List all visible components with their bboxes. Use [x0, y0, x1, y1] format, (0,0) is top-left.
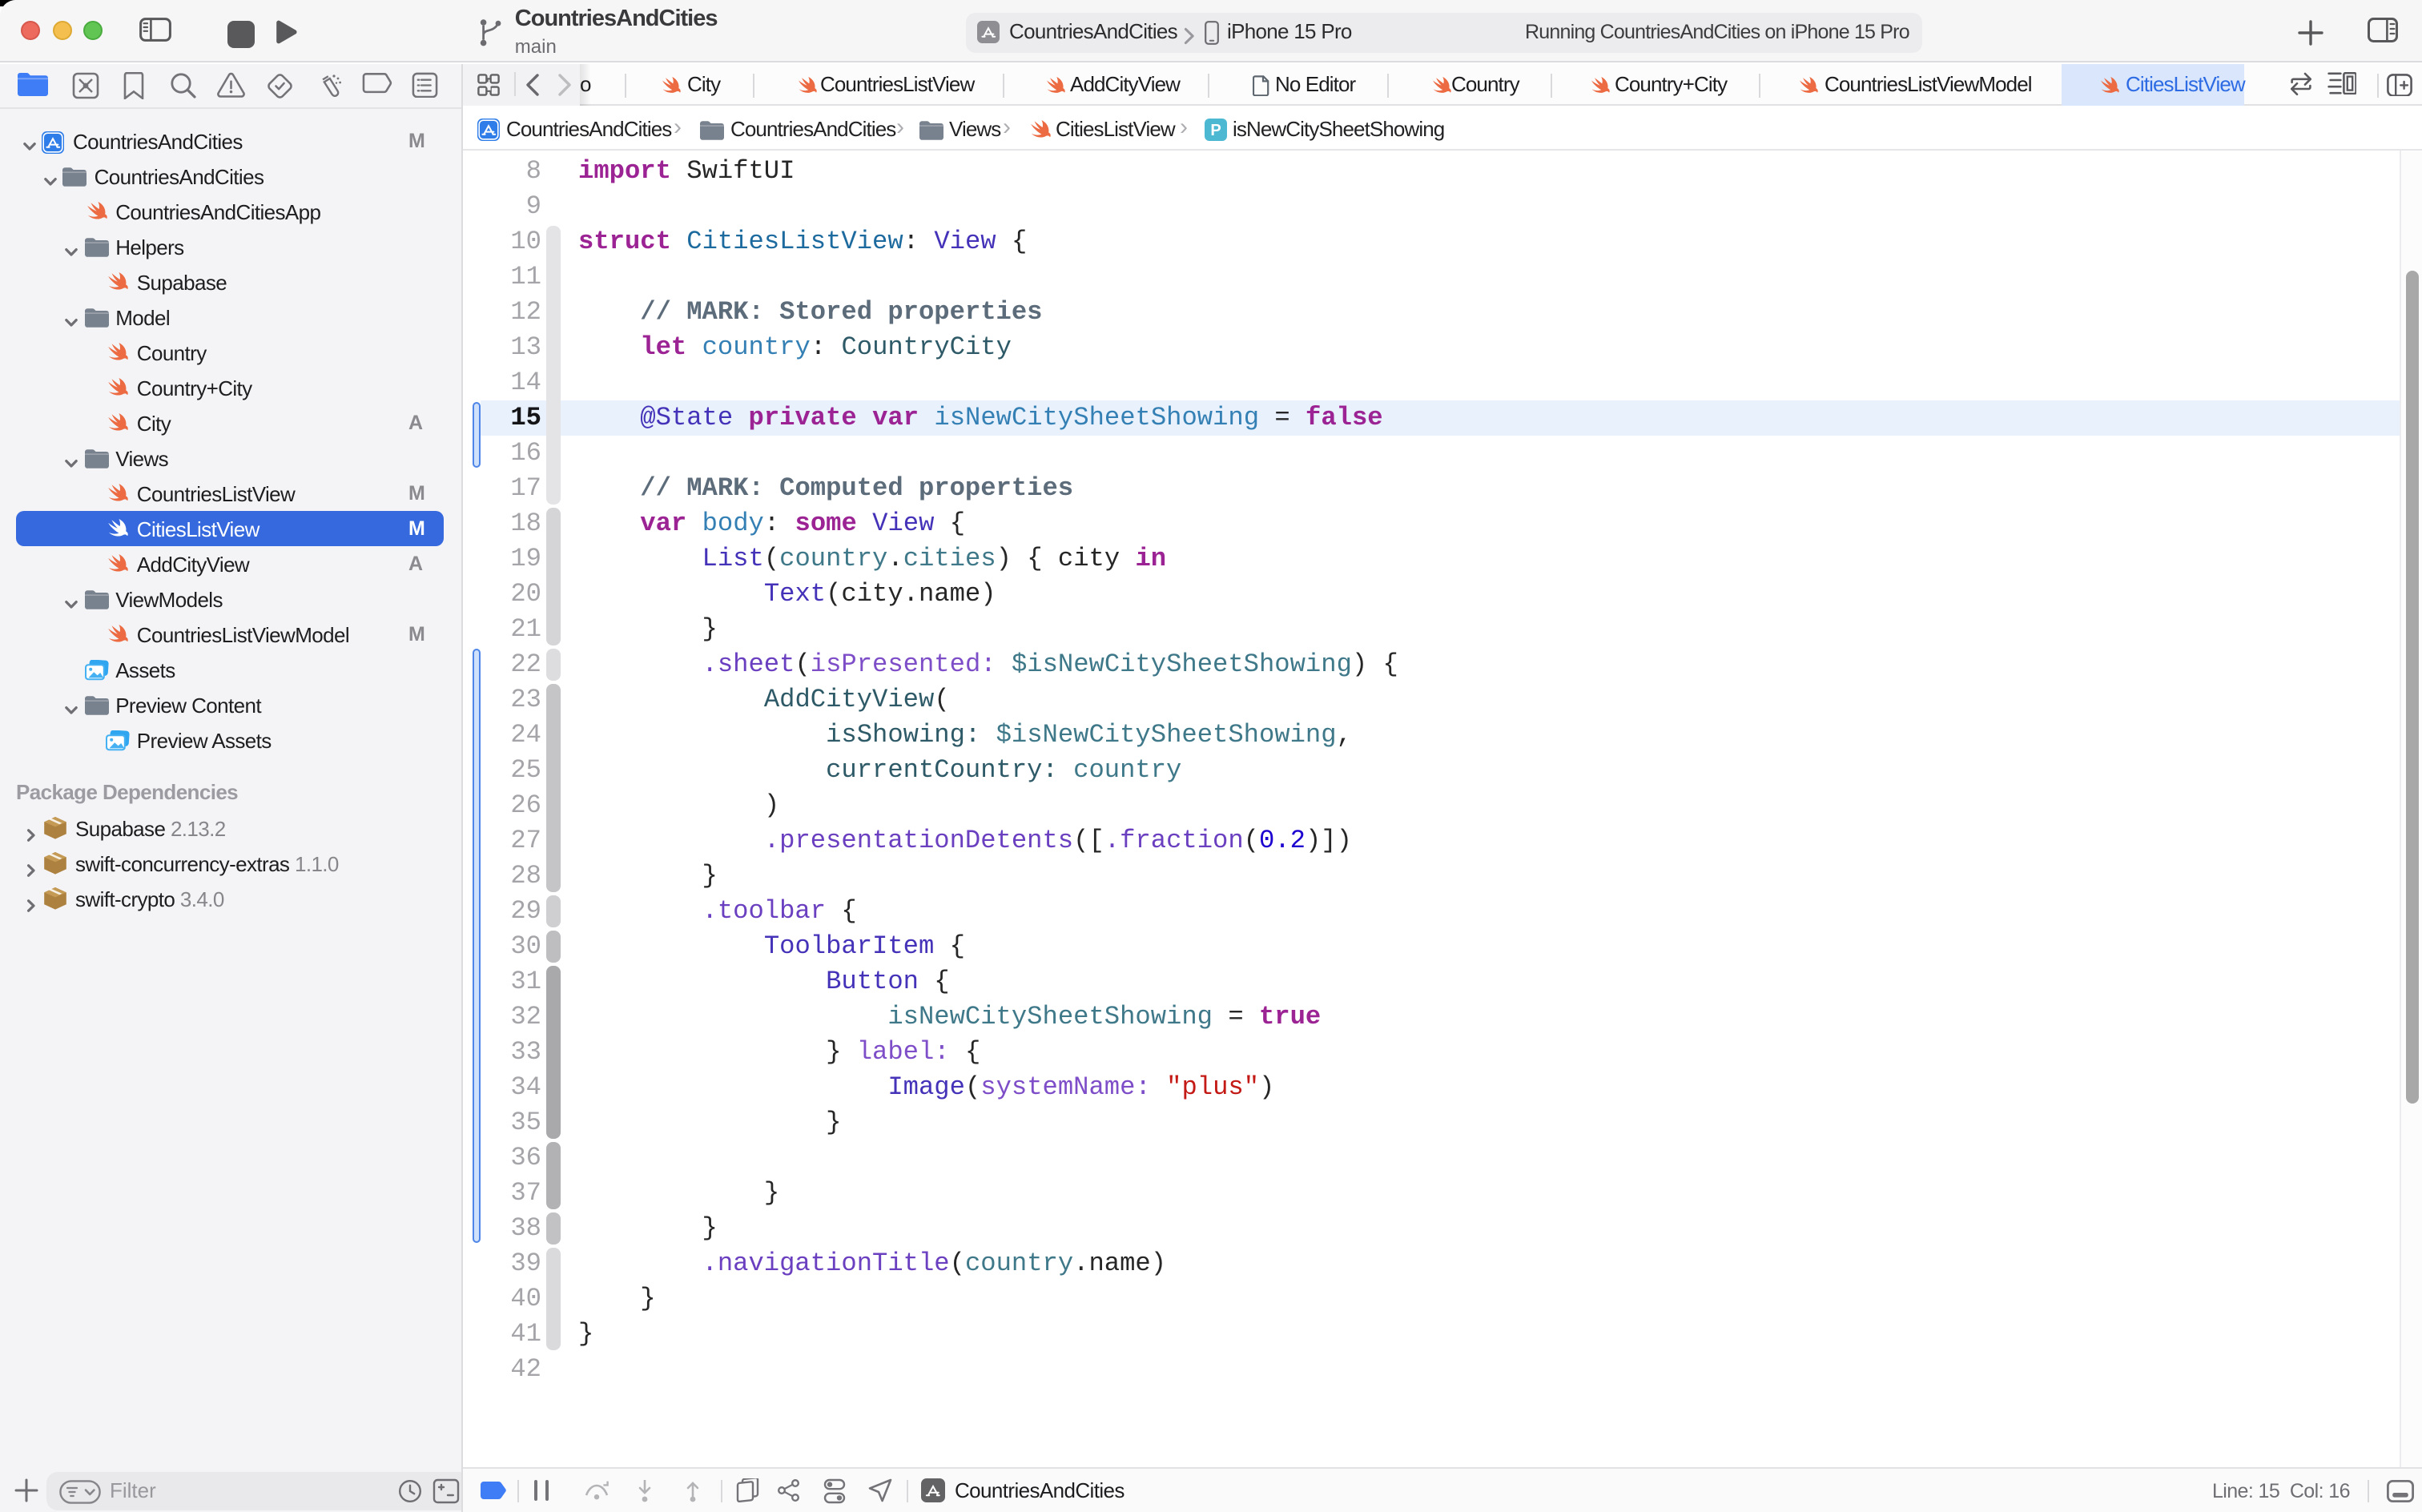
svg-text:P: P [1210, 121, 1221, 139]
